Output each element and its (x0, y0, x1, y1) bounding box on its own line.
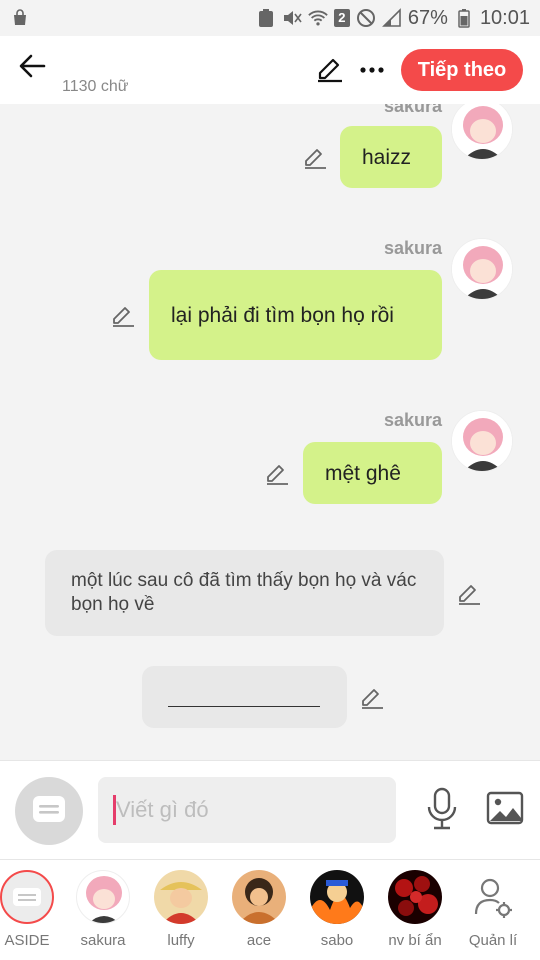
mute-icon (282, 8, 302, 28)
battery-percent: 67% (407, 6, 448, 29)
character-label: ace (246, 932, 272, 949)
edit-button[interactable] (314, 54, 346, 86)
narration-message[interactable] (142, 666, 347, 728)
narration-icon (32, 795, 66, 828)
character-luffy[interactable]: luffy (142, 870, 220, 958)
next-button[interactable]: Tiếp theo (401, 49, 523, 91)
pencil-icon (362, 689, 383, 709)
back-button[interactable] (14, 50, 50, 86)
character-message[interactable]: mệt ghê (303, 442, 442, 504)
more-options-button[interactable] (356, 54, 388, 86)
clock: 10:01 (479, 6, 530, 29)
character-label: Quản lí (468, 932, 518, 949)
character-ace[interactable]: ace (220, 870, 298, 958)
character-sakura[interactable]: sakura (64, 870, 142, 958)
insert-image-button[interactable] (486, 791, 526, 827)
avatar (451, 238, 513, 300)
no-signal-icon (356, 8, 376, 28)
speaker-name: sakura (383, 104, 442, 116)
pencil-icon (113, 307, 134, 327)
avatar (451, 104, 513, 160)
scene-divider-line (168, 706, 320, 707)
manage-characters-icon (466, 870, 520, 924)
arrow-left-icon (18, 52, 46, 85)
status-bar: 2 67% 10:01 (0, 0, 540, 36)
character-count: 1130 chữ (62, 78, 129, 95)
avatar (388, 870, 442, 924)
character-label: nv bí ẩn (388, 932, 442, 949)
message-input-box[interactable] (98, 777, 396, 843)
narration-icon (0, 870, 54, 924)
character-message[interactable]: haizz (340, 126, 442, 188)
avatar (451, 410, 513, 472)
chat-area[interactable]: sakura haizz sakura lại phải đi tìm bọn … (0, 104, 540, 760)
avatar (232, 870, 286, 924)
wifi-icon (308, 8, 328, 28)
avatar (310, 870, 364, 924)
character-selector: ASIDE sakura luffy ace sabo nv bí ẩn Quả… (0, 860, 540, 960)
narration-toggle-button[interactable] (15, 777, 83, 845)
pencil-icon (459, 585, 480, 605)
message-input[interactable] (98, 777, 396, 843)
edit-message-button[interactable] (456, 580, 482, 606)
avatar (76, 870, 130, 924)
shopping-bag-icon (10, 8, 30, 28)
composer (0, 760, 540, 860)
battery-icon (454, 8, 474, 28)
edit-message-button[interactable] (110, 302, 136, 328)
more-dots-icon (359, 61, 385, 79)
edit-message-button[interactable] (302, 144, 328, 170)
edit-message-button[interactable] (264, 460, 290, 486)
character-label: luffy (167, 932, 195, 949)
data-saver-icon (256, 8, 276, 28)
character-label: sakura (80, 932, 126, 949)
speaker-name: sakura (383, 238, 442, 258)
sim-badge: 2 (333, 9, 350, 27)
text-caret (113, 795, 116, 825)
image-icon (486, 791, 524, 829)
narration-message[interactable]: một lúc sau cô đã tìm thấy bọn họ và vác… (45, 550, 444, 636)
signal-icon (381, 8, 402, 28)
speaker-name: sakura (383, 410, 442, 430)
character-nv-bi-an[interactable]: nv bí ẩn (376, 870, 454, 958)
microphone-icon (422, 787, 462, 835)
pencil-icon (267, 465, 288, 485)
avatar (154, 870, 208, 924)
character-message[interactable]: lại phải đi tìm bọn họ rồi (149, 270, 442, 360)
character-label: ASIDE (4, 932, 50, 949)
voice-input-button[interactable] (422, 787, 462, 831)
character-label: sabo (320, 932, 354, 949)
app-header: 1130 chữ Tiếp theo (0, 36, 540, 104)
edit-message-button[interactable] (359, 684, 385, 710)
character-aside[interactable]: ASIDE (0, 870, 66, 958)
character-sabo[interactable]: sabo (298, 870, 376, 958)
pencil-icon (305, 149, 326, 169)
manage-characters-button[interactable]: Quản lí (454, 870, 532, 958)
pencil-icon (314, 58, 344, 88)
